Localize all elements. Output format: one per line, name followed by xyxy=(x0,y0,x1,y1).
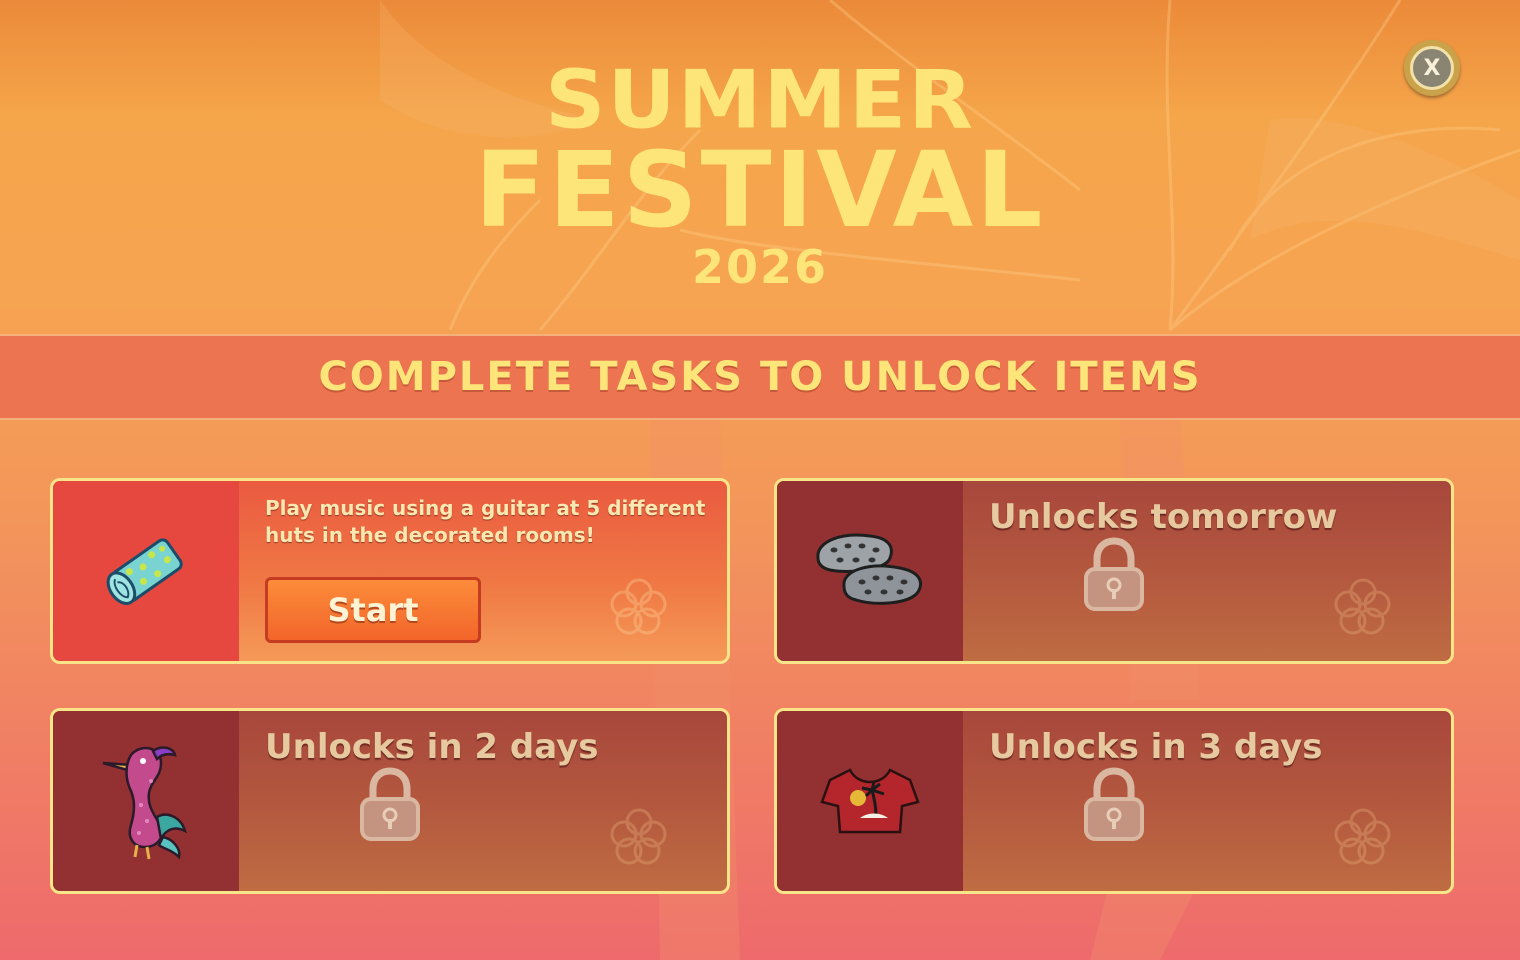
task-item-image xyxy=(777,711,963,891)
task-item-image xyxy=(53,481,239,661)
task-card-2: Unlocks tomorrow xyxy=(774,478,1454,664)
task-card-1: Play music using a guitar at 5 different… xyxy=(50,478,730,664)
unlock-status: Unlocks in 3 days xyxy=(989,727,1323,767)
flower-decoration-icon xyxy=(1334,808,1391,865)
gray-clogs-icon xyxy=(816,533,923,605)
unlock-status: Unlocks in 2 days xyxy=(265,727,599,767)
title-line-2: FESTIVAL xyxy=(474,129,1046,251)
start-button[interactable]: Start xyxy=(265,577,481,643)
lock-icon xyxy=(360,767,420,841)
task-card-body: Unlocks in 2 days xyxy=(239,711,727,891)
flower-decoration-icon xyxy=(610,578,667,635)
banner-text: COMPLETE TASKS TO UNLOCK ITEMS xyxy=(318,354,1202,400)
festival-title: SUMMER FESTIVAL 2026 xyxy=(0,58,1520,290)
title-year: 2026 xyxy=(691,240,829,294)
task-card-4: Unlocks in 3 days xyxy=(774,708,1454,894)
task-card-3: Unlocks in 2 days xyxy=(50,708,730,894)
tasks-banner: COMPLETE TASKS TO UNLOCK ITEMS xyxy=(0,334,1520,420)
task-card-body: Play music using a guitar at 5 different… xyxy=(239,481,727,661)
flower-decoration-icon xyxy=(1334,578,1391,635)
towel-roll-icon xyxy=(106,538,183,605)
task-item-image xyxy=(777,481,963,661)
lock-icon xyxy=(1084,767,1144,841)
task-description: Play music using a guitar at 5 different… xyxy=(265,496,706,547)
title-line-1: SUMMER xyxy=(545,53,975,147)
task-card-body: Unlocks tomorrow xyxy=(963,481,1451,661)
flower-decoration-icon xyxy=(610,808,667,865)
lock-icon xyxy=(1084,537,1144,611)
task-item-image xyxy=(53,711,239,891)
palm-tree-shirt-icon xyxy=(820,768,920,834)
task-card-body: Unlocks in 3 days xyxy=(963,711,1451,891)
bird-plush-icon xyxy=(102,746,187,860)
unlock-status: Unlocks tomorrow xyxy=(989,497,1338,537)
